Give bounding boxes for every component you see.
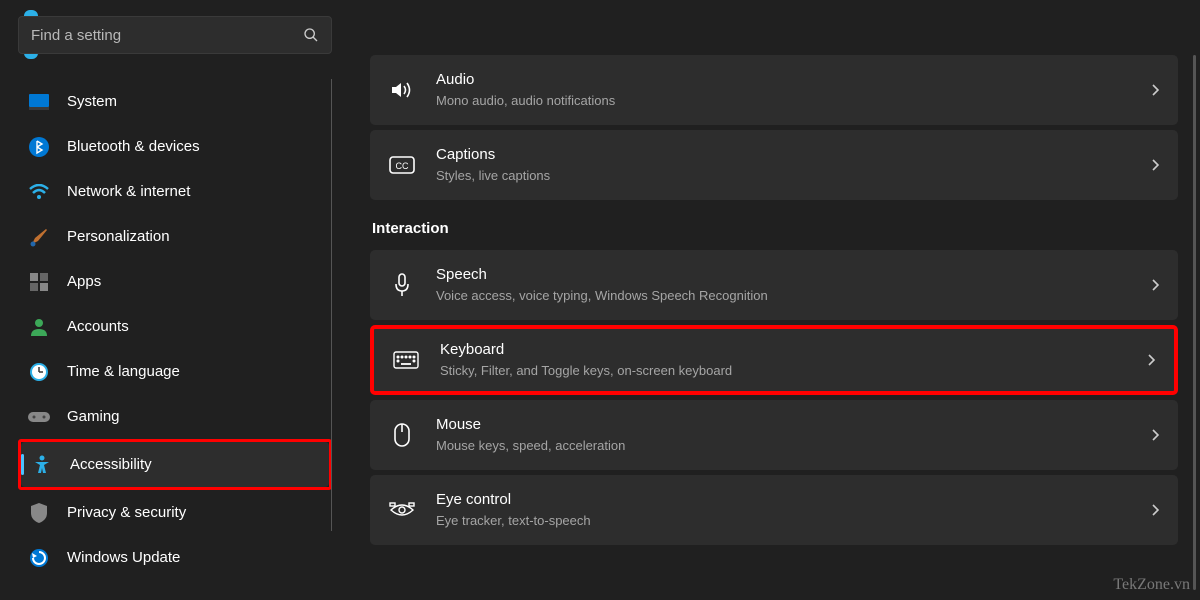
card-title: Captions bbox=[436, 146, 1150, 165]
settings-item-mouse[interactable]: Mouse Mouse keys, speed, acceleration bbox=[370, 400, 1178, 470]
card-title: Eye control bbox=[436, 491, 1150, 510]
settings-item-eye-control[interactable]: Eye control Eye tracker, text-to-speech bbox=[370, 475, 1178, 545]
svg-text:CC: CC bbox=[396, 161, 409, 171]
sidebar-item-privacy[interactable]: Privacy & security bbox=[18, 490, 332, 535]
sidebar-item-label: Apps bbox=[67, 273, 101, 290]
sidebar-item-apps[interactable]: Apps bbox=[18, 259, 332, 304]
sidebar-item-gaming[interactable]: Gaming bbox=[18, 394, 332, 439]
watermark: TekZone.vn bbox=[1113, 576, 1190, 594]
sidebar-item-label: Personalization bbox=[67, 228, 170, 245]
sidebar-item-time[interactable]: Time & language bbox=[18, 349, 332, 394]
clock-icon bbox=[28, 361, 50, 383]
accessibility-icon bbox=[31, 454, 53, 476]
speaker-icon bbox=[388, 80, 416, 100]
search-container[interactable] bbox=[18, 16, 332, 54]
card-subtitle: Sticky, Filter, and Toggle keys, on-scre… bbox=[440, 362, 1146, 380]
settings-item-speech[interactable]: Speech Voice access, voice typing, Windo… bbox=[370, 250, 1178, 320]
settings-item-keyboard[interactable]: Keyboard Sticky, Filter, and Toggle keys… bbox=[370, 325, 1178, 395]
card-subtitle: Voice access, voice typing, Windows Spee… bbox=[436, 287, 1150, 305]
chevron-right-icon bbox=[1150, 278, 1160, 292]
eye-icon bbox=[388, 500, 416, 520]
sidebar-item-system[interactable]: System bbox=[18, 79, 332, 124]
mic-icon bbox=[388, 273, 416, 297]
chevron-right-icon bbox=[1150, 503, 1160, 517]
sidebar-item-label: System bbox=[67, 93, 117, 110]
chevron-right-icon bbox=[1150, 83, 1160, 97]
sidebar-item-accessibility[interactable]: Accessibility bbox=[21, 442, 329, 487]
sidebar-item-label: Gaming bbox=[67, 408, 120, 425]
person-icon bbox=[28, 316, 50, 338]
sidebar-item-update[interactable]: Windows Update bbox=[18, 535, 332, 580]
monitor-icon bbox=[28, 91, 50, 113]
chevron-right-icon bbox=[1146, 353, 1156, 367]
sidebar-item-label: Accessibility bbox=[70, 456, 152, 473]
sidebar-item-label: Privacy & security bbox=[67, 504, 186, 521]
update-icon bbox=[28, 547, 50, 569]
chevron-right-icon bbox=[1150, 428, 1160, 442]
card-title: Keyboard bbox=[440, 341, 1146, 360]
keyboard-icon bbox=[392, 351, 420, 369]
search-input[interactable] bbox=[31, 27, 303, 44]
main-scrollbar[interactable] bbox=[1193, 55, 1196, 590]
sidebar-item-accounts[interactable]: Accounts bbox=[18, 304, 332, 349]
sidebar-item-label: Bluetooth & devices bbox=[67, 138, 200, 155]
card-subtitle: Mono audio, audio notifications bbox=[436, 92, 1150, 110]
shield-icon bbox=[28, 502, 50, 524]
apps-icon bbox=[28, 271, 50, 293]
sidebar-item-label: Network & internet bbox=[67, 183, 190, 200]
sidebar-item-network[interactable]: Network & internet bbox=[18, 169, 332, 214]
brush-icon bbox=[28, 226, 50, 248]
captions-icon: CC bbox=[388, 156, 416, 174]
card-title: Mouse bbox=[436, 416, 1150, 435]
card-subtitle: Eye tracker, text-to-speech bbox=[436, 512, 1150, 530]
card-subtitle: Styles, live captions bbox=[436, 167, 1150, 185]
card-subtitle: Mouse keys, speed, acceleration bbox=[436, 437, 1150, 455]
sidebar-item-label: Time & language bbox=[67, 363, 180, 380]
sidebar-scrollbar[interactable] bbox=[331, 79, 332, 531]
sidebar-item-bluetooth[interactable]: Bluetooth & devices bbox=[18, 124, 332, 169]
card-title: Audio bbox=[436, 71, 1150, 90]
chevron-right-icon bbox=[1150, 158, 1160, 172]
sidebar-item-label: Accounts bbox=[67, 318, 129, 335]
settings-item-audio[interactable]: Audio Mono audio, audio notifications bbox=[370, 55, 1178, 125]
sidebar-item-label: Windows Update bbox=[67, 549, 180, 566]
wifi-icon bbox=[28, 181, 50, 203]
settings-item-captions[interactable]: CC Captions Styles, live captions bbox=[370, 130, 1178, 200]
mouse-icon bbox=[388, 423, 416, 447]
card-title: Speech bbox=[436, 266, 1150, 285]
section-heading-interaction: Interaction bbox=[372, 220, 1178, 237]
gaming-icon bbox=[28, 406, 50, 428]
sidebar-item-personalization[interactable]: Personalization bbox=[18, 214, 332, 259]
bluetooth-icon bbox=[28, 136, 50, 158]
search-icon bbox=[303, 27, 319, 43]
